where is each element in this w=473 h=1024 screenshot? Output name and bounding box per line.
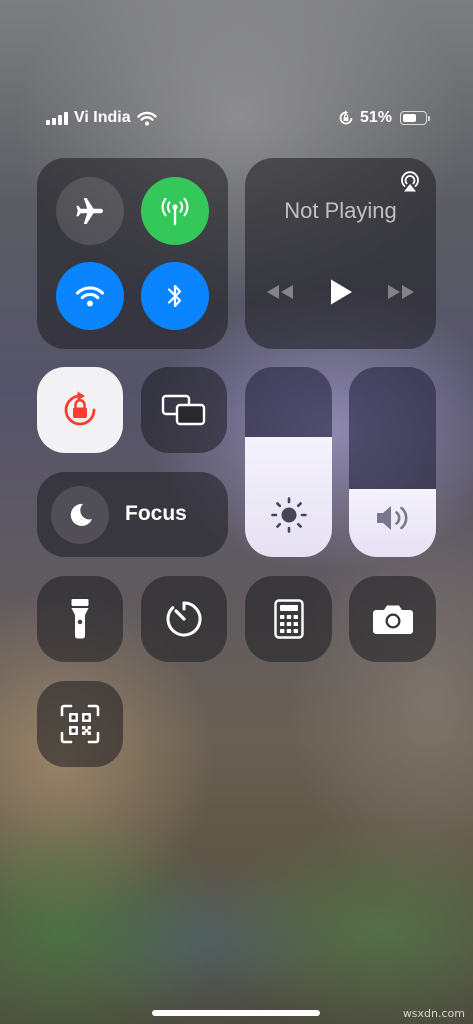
battery-icon bbox=[400, 111, 430, 125]
sun-icon bbox=[270, 497, 307, 533]
code-scanner-button[interactable] bbox=[37, 681, 123, 767]
bluetooth-icon bbox=[167, 284, 182, 308]
brightness-slider[interactable] bbox=[245, 367, 332, 557]
flashlight-button[interactable] bbox=[37, 576, 123, 662]
timer-button[interactable] bbox=[141, 576, 227, 662]
airplane-icon bbox=[76, 198, 103, 224]
fast-forward-icon[interactable] bbox=[386, 283, 416, 301]
wifi-toggle-button[interactable] bbox=[56, 262, 124, 330]
focus-moon-circle bbox=[51, 486, 109, 544]
volume-slider[interactable] bbox=[349, 367, 436, 557]
home-indicator[interactable] bbox=[152, 1010, 320, 1016]
wifi-icon bbox=[75, 286, 105, 307]
signal-bars-icon bbox=[46, 111, 68, 125]
battery-fill bbox=[403, 114, 416, 122]
qr-code-icon bbox=[60, 704, 100, 744]
screen-mirroring-icon bbox=[161, 394, 206, 426]
carrier-name: Vi India bbox=[74, 109, 131, 126]
status-left: Vi India bbox=[46, 109, 157, 127]
cellular-antenna-icon bbox=[161, 197, 189, 226]
speaker-icon bbox=[376, 506, 407, 530]
camera-icon bbox=[372, 605, 413, 634]
rotation-lock-icon bbox=[339, 110, 353, 125]
focus-label: Focus bbox=[125, 502, 187, 525]
status-bar: Vi India 51% bbox=[46, 106, 430, 130]
calculator-icon bbox=[273, 599, 304, 639]
screen-mirroring-button[interactable] bbox=[141, 367, 227, 453]
airplay-icon[interactable] bbox=[398, 169, 422, 193]
calculator-button[interactable] bbox=[245, 576, 332, 662]
wifi-icon bbox=[136, 111, 157, 125]
watermark: wsxdn.com bbox=[402, 1007, 465, 1020]
connectivity-panel bbox=[37, 158, 228, 349]
camera-button[interactable] bbox=[349, 576, 436, 662]
now-playing-panel[interactable]: Not Playing bbox=[245, 158, 436, 349]
media-controls bbox=[265, 278, 416, 306]
orientation-lock-icon bbox=[64, 391, 96, 426]
bluetooth-toggle-button[interactable] bbox=[141, 262, 209, 330]
orientation-lock-button[interactable] bbox=[37, 367, 123, 453]
cellular-data-button[interactable] bbox=[141, 177, 209, 245]
now-playing-title: Not Playing bbox=[284, 198, 397, 223]
status-right: 51% bbox=[338, 109, 430, 127]
play-icon[interactable] bbox=[328, 278, 354, 306]
rewind-icon[interactable] bbox=[265, 283, 295, 301]
airplane-mode-button[interactable] bbox=[56, 177, 124, 245]
battery-percent: 51% bbox=[359, 109, 392, 126]
moon-icon bbox=[70, 503, 92, 526]
timer-icon bbox=[166, 601, 202, 637]
flashlight-icon bbox=[71, 599, 89, 639]
focus-button[interactable]: Focus bbox=[37, 472, 228, 557]
